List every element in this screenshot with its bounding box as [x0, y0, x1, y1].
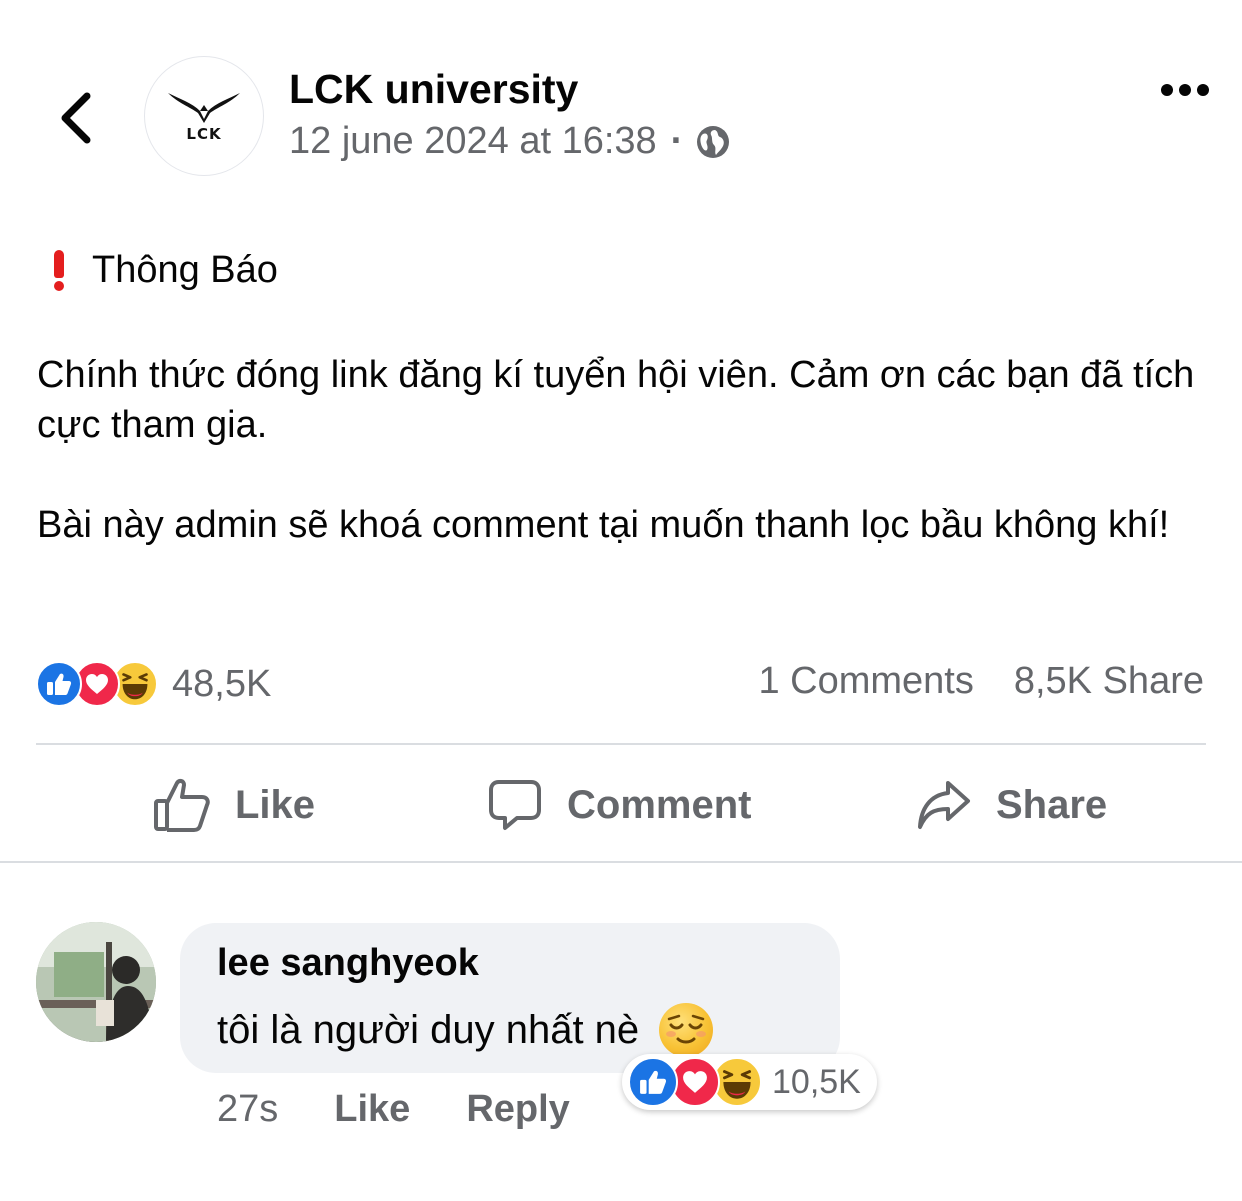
meta-separator: · [670, 120, 684, 162]
more-dots-icon [1161, 84, 1209, 96]
comment-button[interactable]: Comment [487, 770, 751, 840]
comment-text-content: tôi là người duy nhất nè [217, 1007, 640, 1052]
like-reaction-icon [36, 661, 82, 707]
comment-meta: 27s Like Reply [217, 1088, 570, 1131]
share-arrow-icon [918, 781, 970, 829]
comment-text: tôi là người duy nhất nè [217, 1003, 714, 1057]
post-meta: 12 june 2024 at 16:38 · [289, 120, 731, 163]
relieved-face-emoji [659, 1003, 714, 1057]
post-stats: 1 Comments 8,5K Share [758, 660, 1204, 703]
comment-reactions[interactable]: 10,5K [622, 1054, 877, 1110]
post-heading: Thông Báo [40, 248, 278, 292]
share-button[interactable]: Share [916, 770, 1107, 840]
comment-button-label: Comment [567, 782, 752, 827]
comment-like-link[interactable]: Like [334, 1088, 410, 1131]
comment-time[interactable]: 27s [217, 1088, 278, 1131]
reactions-count: 48,5K [172, 662, 272, 705]
red-exclamation-icon [52, 248, 66, 292]
commenter-avatar[interactable] [36, 922, 156, 1042]
comment-reactions-count: 10,5K [772, 1062, 861, 1101]
post-reactions[interactable]: 48,5K [36, 660, 271, 708]
post-paragraph-1: Chính thức đóng link đăng kí tuyển hội v… [37, 354, 1195, 446]
post-paragraph-2: Bài này admin sẽ khoá comment tại muốn t… [37, 504, 1170, 546]
divider [0, 861, 1242, 863]
back-button[interactable] [40, 78, 110, 158]
eagle-logo-icon [168, 93, 240, 123]
like-reaction-icon [628, 1057, 678, 1107]
comment-bubble-icon [489, 780, 541, 830]
comments-count[interactable]: 1 Comments [758, 660, 973, 703]
page-avatar[interactable]: LCK [144, 56, 264, 176]
post-heading-text: Thông Báo [92, 248, 278, 291]
page-name[interactable]: LCK university [289, 66, 578, 113]
like-button[interactable]: Like [153, 770, 315, 840]
more-options-button[interactable] [1150, 70, 1220, 110]
comment-reply-link[interactable]: Reply [466, 1088, 569, 1131]
shares-count[interactable]: 8,5K Share [1014, 660, 1204, 703]
globe-icon [697, 125, 730, 158]
post-timestamp[interactable]: 12 june 2024 at 16:38 [289, 120, 657, 163]
share-button-label: Share [996, 782, 1108, 827]
page-logo-text: LCK [186, 125, 222, 143]
like-button-label: Like [235, 782, 316, 827]
divider [36, 743, 1206, 745]
commenter-name[interactable]: lee sanghyeok [217, 942, 479, 985]
chevron-left-icon [61, 92, 91, 144]
thumbs-up-icon [154, 778, 210, 832]
